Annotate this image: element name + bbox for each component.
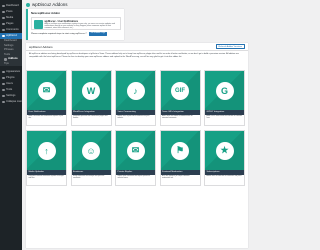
addon-description: Extended comment attachment system for i…	[28, 175, 64, 179]
addon-icon: ✉	[37, 81, 56, 100]
addon-image: W	[71, 71, 111, 110]
menu-icon	[2, 82, 5, 86]
addon-card[interactable]: ↑ Media Uploader Extended comment attachme…	[26, 130, 67, 186]
go-to-addon-button[interactable]: Go to Addon Page	[88, 32, 108, 36]
addon-icon: W	[82, 81, 100, 100]
addon-description: Allows users to post voice comments on y…	[117, 115, 150, 119]
sidebar-item-label: Tips	[4, 61, 9, 65]
main-content: wpDiscuz Addons New wpDiscuz Addon wpDis…	[22, 0, 250, 250]
menu-icon	[2, 4, 5, 8]
addon-image: G	[205, 71, 244, 110]
menu-icon	[2, 28, 5, 32]
addon-icon: G	[215, 81, 234, 100]
addon-description: Integrates wpDiscuz with WordPress plugi…	[73, 115, 108, 119]
menu-icon	[2, 70, 5, 74]
addons-description: All wpDiscuz addons are being developed …	[29, 53, 239, 58]
menu-icon	[2, 94, 5, 98]
admin-sidebar: Dashboard Posts Media Pages Comments wpDiscuz…	[0, 0, 22, 250]
addon-description: Adds Tenor GIF button to comment form fo…	[162, 115, 193, 119]
addons-grid: ✉ User Notifications Adds a real-time user…	[26, 70, 245, 186]
addon-description: Adds a real-time user notifications syst…	[28, 115, 64, 119]
addon-icon: ★	[215, 141, 234, 160]
addon-image: ☺	[71, 131, 111, 170]
addon-card[interactable]: GIF Tenor GIFs Integration Adds Tenor GIF …	[159, 70, 201, 126]
addon-image: GIF	[160, 71, 200, 110]
notice-footer: Please complete required steps to start …	[31, 32, 121, 36]
new-addon-notice: New wpDiscuz Addon wpDiscuz - User Notif…	[26, 9, 124, 40]
addon-icon: ✉	[126, 141, 145, 160]
addon-description: Brings emoticons and smileys into wpDisc…	[73, 175, 105, 179]
refresh-versions-button[interactable]: Refresh Addon Versions	[215, 44, 245, 49]
addon-icon: GIF	[171, 81, 189, 100]
sidebar-item-label: Addons	[8, 57, 18, 60]
menu-icon	[2, 10, 5, 14]
menu-icon	[4, 57, 7, 61]
menu-icon	[2, 34, 5, 38]
addon-image: ♪	[116, 71, 155, 110]
notice-card-text: Adds a real-time user notifications syst…	[44, 23, 115, 30]
addon-image: ✉	[116, 131, 155, 170]
addon-icon: ⚑	[171, 141, 189, 160]
addon-image: ⚑	[160, 131, 200, 170]
menu-icon	[2, 22, 5, 26]
menu-icon	[2, 76, 5, 80]
addon-card[interactable]: ☺ Emoticons Brings emoticons and smileys i…	[70, 130, 112, 186]
menu-icon	[2, 16, 5, 20]
notice-footer-text: Please complete required steps to start …	[31, 32, 87, 35]
sidebar-item-label: Collapse menu	[6, 100, 22, 103]
addon-image: ✉	[27, 71, 66, 110]
addon-description: All in one powerful yet simple comment m…	[162, 175, 190, 179]
addons-heading: wpDiscuz Addons	[29, 44, 53, 49]
menu-icon	[2, 88, 5, 92]
addon-card[interactable]: ⚑ Frontend Moderation All in one powerful …	[159, 130, 201, 186]
notice-title: New wpDiscuz Addon	[31, 11, 60, 15]
wpdiscuz-logo-icon	[26, 2, 30, 7]
page-title: wpDiscuz Addons	[26, 2, 68, 7]
page-title-text: wpDiscuz Addons	[32, 2, 68, 7]
addon-icon: ↑	[37, 141, 56, 160]
addon-card[interactable]: ♪ Voice Commenting Allows users to post vo…	[115, 70, 156, 126]
menu-icon	[2, 100, 5, 104]
addons-header: wpDiscuz Addons Refresh Addon Versions	[26, 43, 248, 51]
addon-image: ↑	[27, 131, 66, 170]
addon-icon: ☺	[82, 141, 100, 160]
addon-card[interactable]: ✉ User Notifications Adds a real-time user…	[26, 70, 67, 126]
addon-card[interactable]: ★ Subscriptions Allows users to subscribe …	[204, 130, 245, 186]
sidebar-item-collapse-menu[interactable]: Collapse menu	[0, 99, 22, 105]
addon-logo-icon	[33, 19, 43, 29]
addon-card[interactable]: G GIPHY Integration Adds GIPHY search and …	[204, 70, 245, 126]
addon-description: Allows users to subscribe to comments an…	[206, 175, 242, 177]
addon-image: ★	[205, 131, 244, 170]
addon-description: Adds GIPHY search and GIF insertion in c…	[206, 115, 243, 119]
addon-icon: ♪	[126, 81, 145, 100]
addon-card[interactable]: ✉ Private Replies Makes some comments and …	[115, 130, 156, 186]
notice-addon-card[interactable]: wpDiscuz - User Notifications Adds a rea…	[31, 17, 121, 30]
addon-description: Makes some comments and replies private …	[117, 175, 151, 179]
addon-card[interactable]: W WordPress Integration Integrates wpDiscu…	[70, 70, 112, 126]
